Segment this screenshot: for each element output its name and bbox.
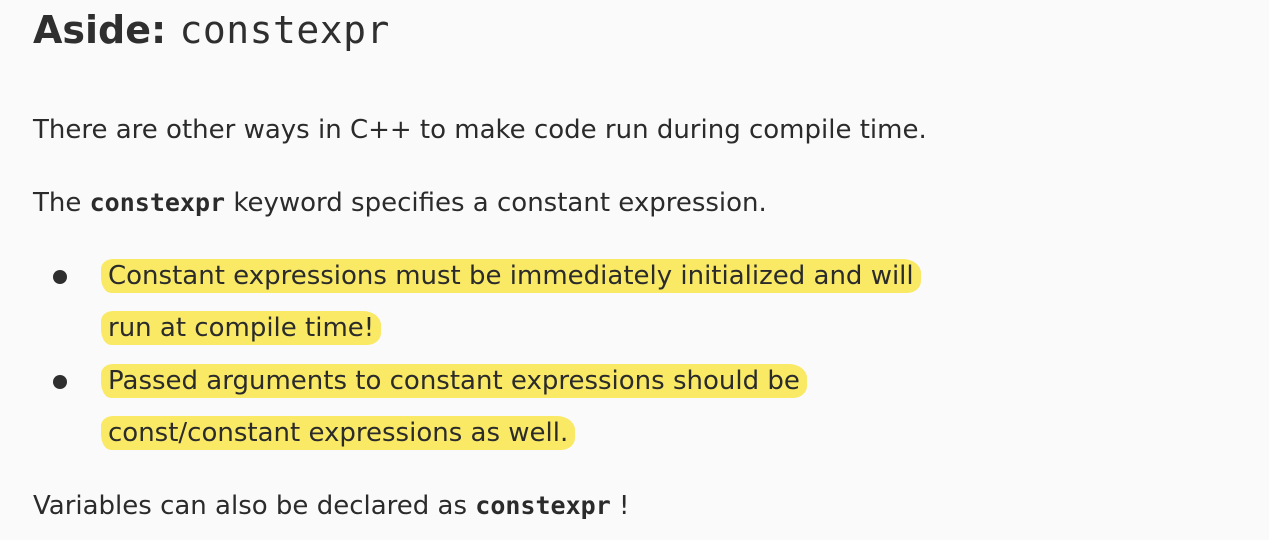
highlighted-text: const/constant expressions as well. <box>101 416 576 450</box>
section-heading: Aside: constexpr <box>33 4 390 56</box>
heading-code-keyword: constexpr <box>179 8 390 52</box>
bullet-icon <box>53 375 67 389</box>
highlighted-text: Passed arguments to constant expressions… <box>101 364 807 398</box>
highlighted-text: run at compile time! <box>101 311 382 345</box>
highlighted-text: Constant expressions must be immediately… <box>101 259 921 293</box>
paragraph-text: Variables can also be declared as <box>33 491 476 521</box>
paragraph-text: ! <box>610 491 630 521</box>
bullet-icon <box>53 270 67 284</box>
paragraph-text: keyword specifies a constant expression. <box>225 188 767 218</box>
heading-prefix: Aside: <box>33 8 180 52</box>
inline-code-constexpr: constexpr <box>89 188 226 217</box>
paragraph-compile-time: There are other ways in C++ to make code… <box>33 115 927 145</box>
paragraph-text: The <box>33 188 90 218</box>
inline-code-constexpr: constexpr <box>475 491 611 520</box>
paragraph-variables-constexpr: Variables can also be declared as conste… <box>33 488 629 524</box>
paragraph-constexpr-keyword: The constexpr keyword specifies a consta… <box>33 185 767 221</box>
